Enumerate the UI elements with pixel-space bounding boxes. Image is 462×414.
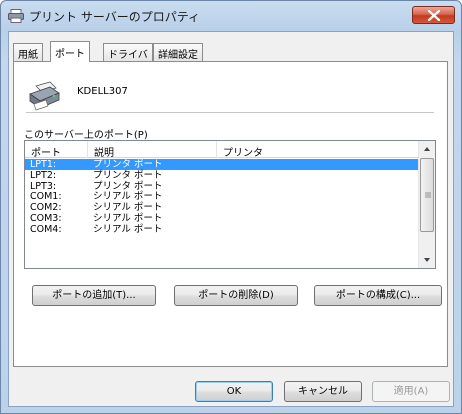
tab-advanced[interactable]: 詳細設定: [153, 43, 203, 61]
close-icon: [427, 10, 441, 21]
port-name: LPT3:: [30, 180, 57, 192]
delete-port-button[interactable]: ポートの削除(D): [174, 285, 298, 306]
port-name: COM2:: [30, 202, 62, 214]
port-description: プリンタ ポート: [93, 169, 163, 181]
scroll-up-button[interactable]: [419, 141, 435, 157]
title-bar[interactable]: プリント サーバーのプロパティ: [1, 1, 461, 31]
list-item[interactable]: COM4: シリアル ポート: [25, 224, 420, 235]
printer-icon: [8, 9, 24, 23]
port-description: シリアル ポート: [93, 191, 163, 203]
scroll-down-button[interactable]: [419, 252, 435, 268]
list-item[interactable]: COM1: シリアル ポート: [25, 191, 420, 202]
chevron-down-icon: [424, 258, 430, 262]
server-name: KDELL307: [77, 86, 128, 97]
tab-paper[interactable]: 用紙: [13, 43, 43, 61]
apply-button[interactable]: 適用(A): [372, 381, 450, 402]
ports-list-label: このサーバー上のポート(P): [24, 130, 148, 141]
port-description: シリアル ポート: [93, 223, 163, 235]
ports-list-header: ポート 説明 プリンタ: [25, 141, 420, 159]
list-item[interactable]: LPT1: プリンタ ポート: [25, 159, 420, 170]
column-header-description[interactable]: 説明: [88, 141, 217, 159]
port-description: プリンタ ポート: [93, 159, 163, 170]
tab-drivers[interactable]: ドライバ: [103, 43, 153, 61]
column-header-printer[interactable]: プリンタ: [217, 141, 420, 159]
port-name: LPT1:: [30, 159, 57, 170]
port-description: シリアル ポート: [93, 202, 163, 214]
dialog-client-area: 用紙 ポート ドライバ 詳細設定 KDELL307 このサーバー上のポート(P): [8, 31, 454, 407]
print-server-properties-window: プリント サーバーのプロパティ 用紙 ポート ドライバ 詳細設定 KDELL30…: [0, 0, 462, 414]
port-description: シリアル ポート: [93, 212, 163, 224]
printer-icon: [26, 76, 62, 112]
window-title: プリント サーバーのプロパティ: [29, 10, 200, 24]
cancel-button[interactable]: キャンセル: [284, 381, 362, 402]
column-header-port[interactable]: ポート: [25, 141, 88, 159]
tab-ports[interactable]: ポート: [50, 41, 90, 62]
grip-icon: [425, 192, 431, 198]
port-name: COM3:: [30, 212, 62, 224]
vertical-scrollbar[interactable]: [418, 141, 435, 268]
configure-port-button[interactable]: ポートの構成(C)...: [314, 285, 442, 306]
ports-list-rows: LPT1: プリンタ ポート LPT2: プリンタ ポート LPT3: プリンタ…: [25, 159, 420, 235]
ok-button[interactable]: OK: [195, 381, 273, 402]
ports-list[interactable]: ポート 説明 プリンタ LPT1: プリンタ ポート LPT2: プリンタ ポー…: [24, 140, 436, 269]
port-name: COM1:: [30, 191, 62, 203]
port-description: プリンタ ポート: [93, 180, 163, 192]
port-name: LPT2:: [30, 169, 57, 181]
ports-tab-panel: KDELL307 このサーバー上のポート(P) ポート 説明 プリンタ LPT1…: [13, 61, 448, 367]
separator: [26, 112, 434, 113]
list-item[interactable]: COM2: シリアル ポート: [25, 202, 420, 213]
port-name: COM4:: [30, 223, 62, 235]
scroll-thumb[interactable]: [420, 158, 434, 232]
add-port-button[interactable]: ポートの追加(T)...: [32, 285, 156, 306]
list-item[interactable]: COM3: シリアル ポート: [25, 213, 420, 224]
chevron-up-icon: [424, 147, 430, 151]
list-item[interactable]: LPT3: プリンタ ポート: [25, 181, 420, 192]
list-item[interactable]: LPT2: プリンタ ポート: [25, 170, 420, 181]
close-button[interactable]: [412, 6, 455, 24]
